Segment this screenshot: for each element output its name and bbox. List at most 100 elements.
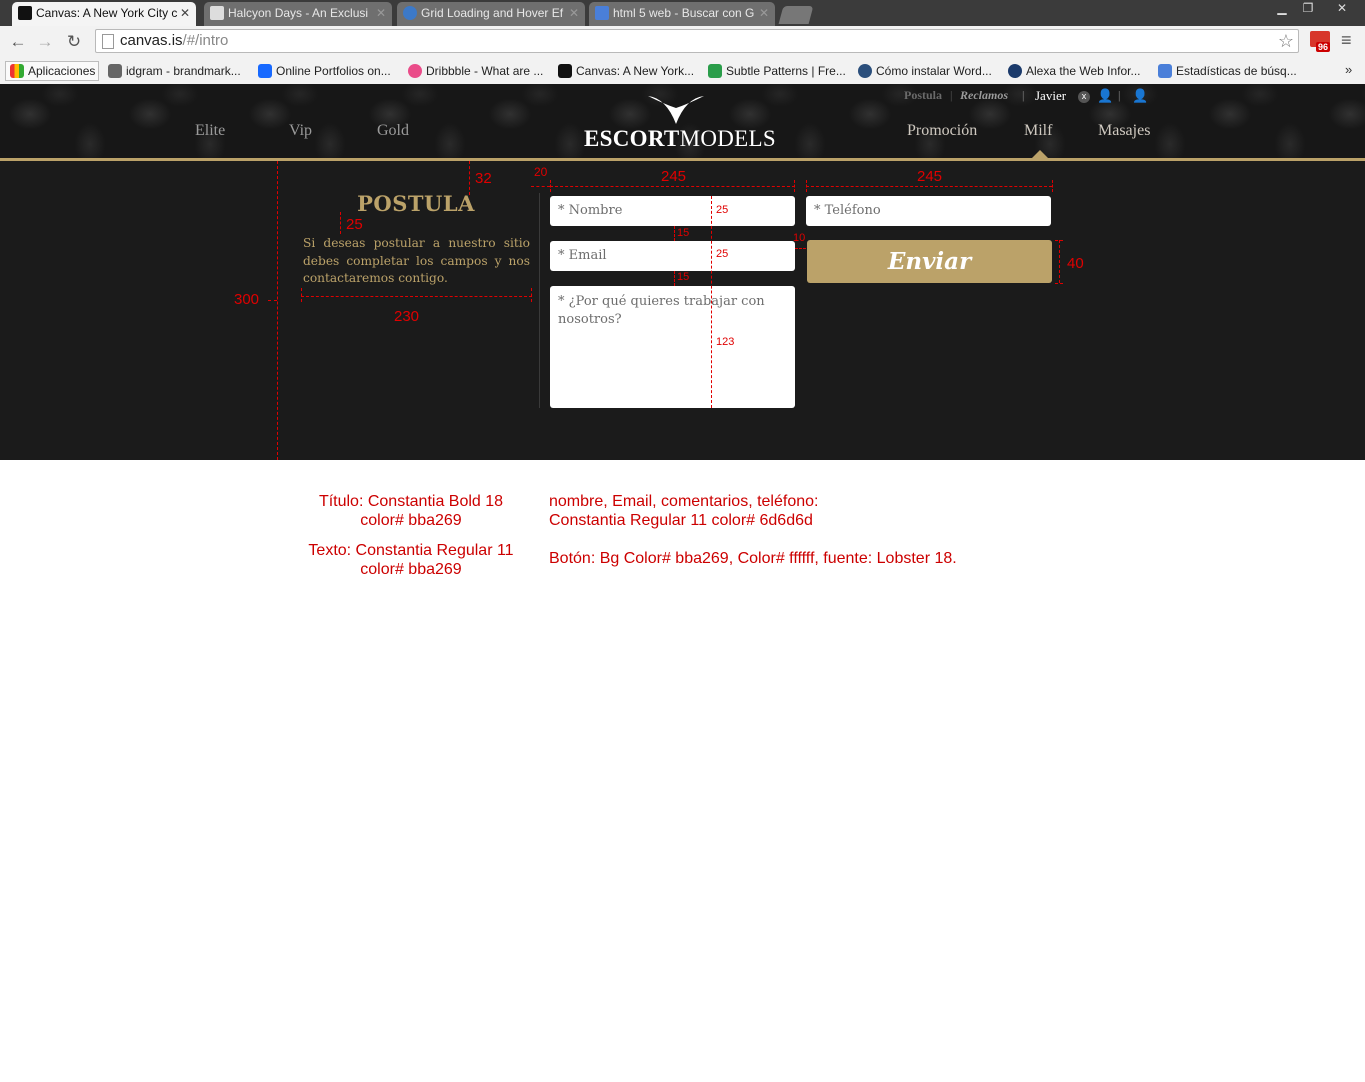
bookmark-alexa[interactable]: Alexa the Web Infor... <box>1008 61 1141 81</box>
guide-line-300 <box>277 161 278 460</box>
url-host: canvas.is <box>120 32 183 49</box>
button-spec-note: Botón: Bg Color# bba269, Color# ffffff, … <box>549 550 957 567</box>
close-window-icon[interactable]: ✕ <box>1326 0 1358 17</box>
drop-favicon-icon <box>403 6 417 20</box>
tab-title: Canvas: A New York City c <box>36 6 178 20</box>
minimize-window-icon[interactable]: ▁ <box>1268 0 1296 17</box>
annotation-123: 123 <box>716 336 735 348</box>
tab-title: Halcyon Days - An Exclusi <box>228 6 369 20</box>
section-divider <box>539 193 540 408</box>
comment-textarea[interactable]: * ¿Por qué quieres trabajar con nosotros… <box>550 286 795 408</box>
active-nav-indicator <box>1031 150 1049 159</box>
canvas-icon <box>558 64 572 78</box>
close-tab-icon[interactable]: ✕ <box>569 2 579 25</box>
gmail-unread-badge: 96 <box>1316 42 1331 52</box>
guide-tick <box>794 180 795 192</box>
bookmark-star-icon[interactable]: ☆ <box>1278 30 1294 52</box>
logo-light: MODELS <box>679 126 776 151</box>
bookmark-wordpress[interactable]: Cómo instalar Word... <box>858 61 992 81</box>
annotation-25: 25 <box>716 248 729 260</box>
bookmark-label: Alexa the Web Infor... <box>1026 64 1141 78</box>
annotation-40: 40 <box>1067 255 1084 272</box>
bookmark-behance[interactable]: Online Portfolios on... <box>258 61 391 81</box>
guide-line-40 <box>1059 240 1060 283</box>
browser-tab-google-search[interactable]: html 5 web - Buscar con G ✕ <box>589 2 775 26</box>
wordpress-icon <box>858 64 872 78</box>
guide-tick <box>1052 180 1053 192</box>
nav-vip[interactable]: Vip <box>289 122 312 140</box>
annotation-10: 10 <box>793 232 806 244</box>
guide-line-32 <box>469 161 470 195</box>
text-spec-note: Texto: Constantia Regular 11 color# bba2… <box>300 541 522 579</box>
guide-tick <box>550 180 551 192</box>
enviar-button[interactable]: Enviar <box>807 240 1052 283</box>
guide-tick <box>1055 283 1063 284</box>
google-icon <box>1158 64 1172 78</box>
tab-title: html 5 web - Buscar con G <box>613 6 755 20</box>
annotation-245: 245 <box>661 168 687 185</box>
bookmarks-overflow-button[interactable]: » <box>1345 62 1352 77</box>
nombre-input[interactable]: * Nombre <box>550 196 795 226</box>
browser-tab-halcyon[interactable]: Halcyon Days - An Exclusi ✕ <box>204 2 392 26</box>
guide-line-15 <box>674 226 675 241</box>
title-color-spec: color# bba269 <box>360 512 462 529</box>
email-input[interactable]: * Email <box>550 241 795 271</box>
nav-masajes[interactable]: Masajes <box>1098 122 1150 140</box>
util-separator: | <box>1118 88 1121 102</box>
account-icon[interactable]: 👤 <box>1132 88 1148 104</box>
annotation-230: 230 <box>394 308 420 325</box>
bookmark-label: Online Portfolios on... <box>276 64 391 78</box>
bookmark-label: Estadísticas de búsq... <box>1176 64 1297 78</box>
telefono-input[interactable]: * Teléfono <box>806 196 1051 226</box>
bookmark-apps[interactable]: Aplicaciones <box>5 61 100 81</box>
new-tab-button[interactable] <box>778 6 814 24</box>
close-tab-icon[interactable]: ✕ <box>180 2 190 25</box>
address-bar[interactable]: canvas.is/#/intro ☆ <box>95 29 1299 53</box>
guide-line-245-left <box>550 186 795 187</box>
title-spec-note: Título: Constantia Bold 18 color# bba269 <box>300 492 522 530</box>
nav-gold[interactable]: Gold <box>377 122 409 140</box>
google-favicon-icon <box>595 6 609 20</box>
title-font-spec: Título: Constantia Bold 18 <box>318 493 504 510</box>
logo-wings-icon <box>648 96 704 124</box>
site-logo[interactable]: ESCORTMODELS <box>584 126 776 152</box>
browser-tab-bar: Canvas: A New York City c ✕ Halcyon Days… <box>0 0 1365 26</box>
text-color-spec: color# bba269 <box>360 561 462 578</box>
restore-window-icon[interactable]: ❐ <box>1294 0 1322 17</box>
forward-arrow-icon[interactable]: → <box>33 30 57 54</box>
util-separator: | <box>1022 88 1025 102</box>
bookmarks-bar: Aplicaciones idgram - brandmark... Onlin… <box>0 58 1365 85</box>
guide-line-vertical-fields <box>711 196 712 408</box>
text-font-spec: Texto: Constantia Regular 11 <box>308 542 514 559</box>
nav-milf[interactable]: Milf <box>1024 122 1052 140</box>
logout-icon[interactable]: x <box>1078 91 1090 103</box>
browser-tab-grid-loading[interactable]: Grid Loading and Hover Ef ✕ <box>397 2 585 26</box>
idgram-icon <box>108 64 122 78</box>
reload-icon[interactable]: ↻ <box>62 30 86 54</box>
bookmark-google-stats[interactable]: Estadísticas de búsq... <box>1158 61 1297 81</box>
annotation-32: 32 <box>475 170 492 187</box>
util-postula-link[interactable]: Postula <box>904 88 942 103</box>
back-arrow-icon[interactable]: ← <box>6 30 30 54</box>
nav-promocion[interactable]: Promoción <box>907 122 977 140</box>
annotation-245: 245 <box>917 168 943 185</box>
bookmark-label: Canvas: A New York... <box>576 64 695 78</box>
bookmark-subtle-patterns[interactable]: Subtle Patterns | Fre... <box>708 61 846 81</box>
guide-line-230 <box>301 296 532 297</box>
util-reclamos-link[interactable]: Reclamos <box>960 88 1008 103</box>
dribbble-icon <box>408 64 422 78</box>
bookmark-idgram[interactable]: idgram - brandmark... <box>108 61 241 81</box>
fields-spec-note: nombre, Email, comentarios, teléfono: Co… <box>549 492 818 530</box>
nav-elite[interactable]: Elite <box>195 122 225 140</box>
guide-line-25-left <box>340 212 341 234</box>
close-tab-icon[interactable]: ✕ <box>759 2 769 25</box>
user-profile-icon[interactable]: 👤 <box>1097 88 1113 104</box>
menu-icon[interactable]: ≡ <box>1341 30 1352 51</box>
bookmark-label: Aplicaciones <box>28 64 96 78</box>
browser-tab-canvas[interactable]: Canvas: A New York City c ✕ <box>12 2 196 26</box>
util-user-name[interactable]: Javier <box>1035 88 1066 104</box>
bookmark-dribbble[interactable]: Dribbble - What are ... <box>408 61 543 81</box>
close-tab-icon[interactable]: ✕ <box>376 2 386 25</box>
guide-tick <box>268 300 277 301</box>
bookmark-canvas[interactable]: Canvas: A New York... <box>558 61 694 81</box>
